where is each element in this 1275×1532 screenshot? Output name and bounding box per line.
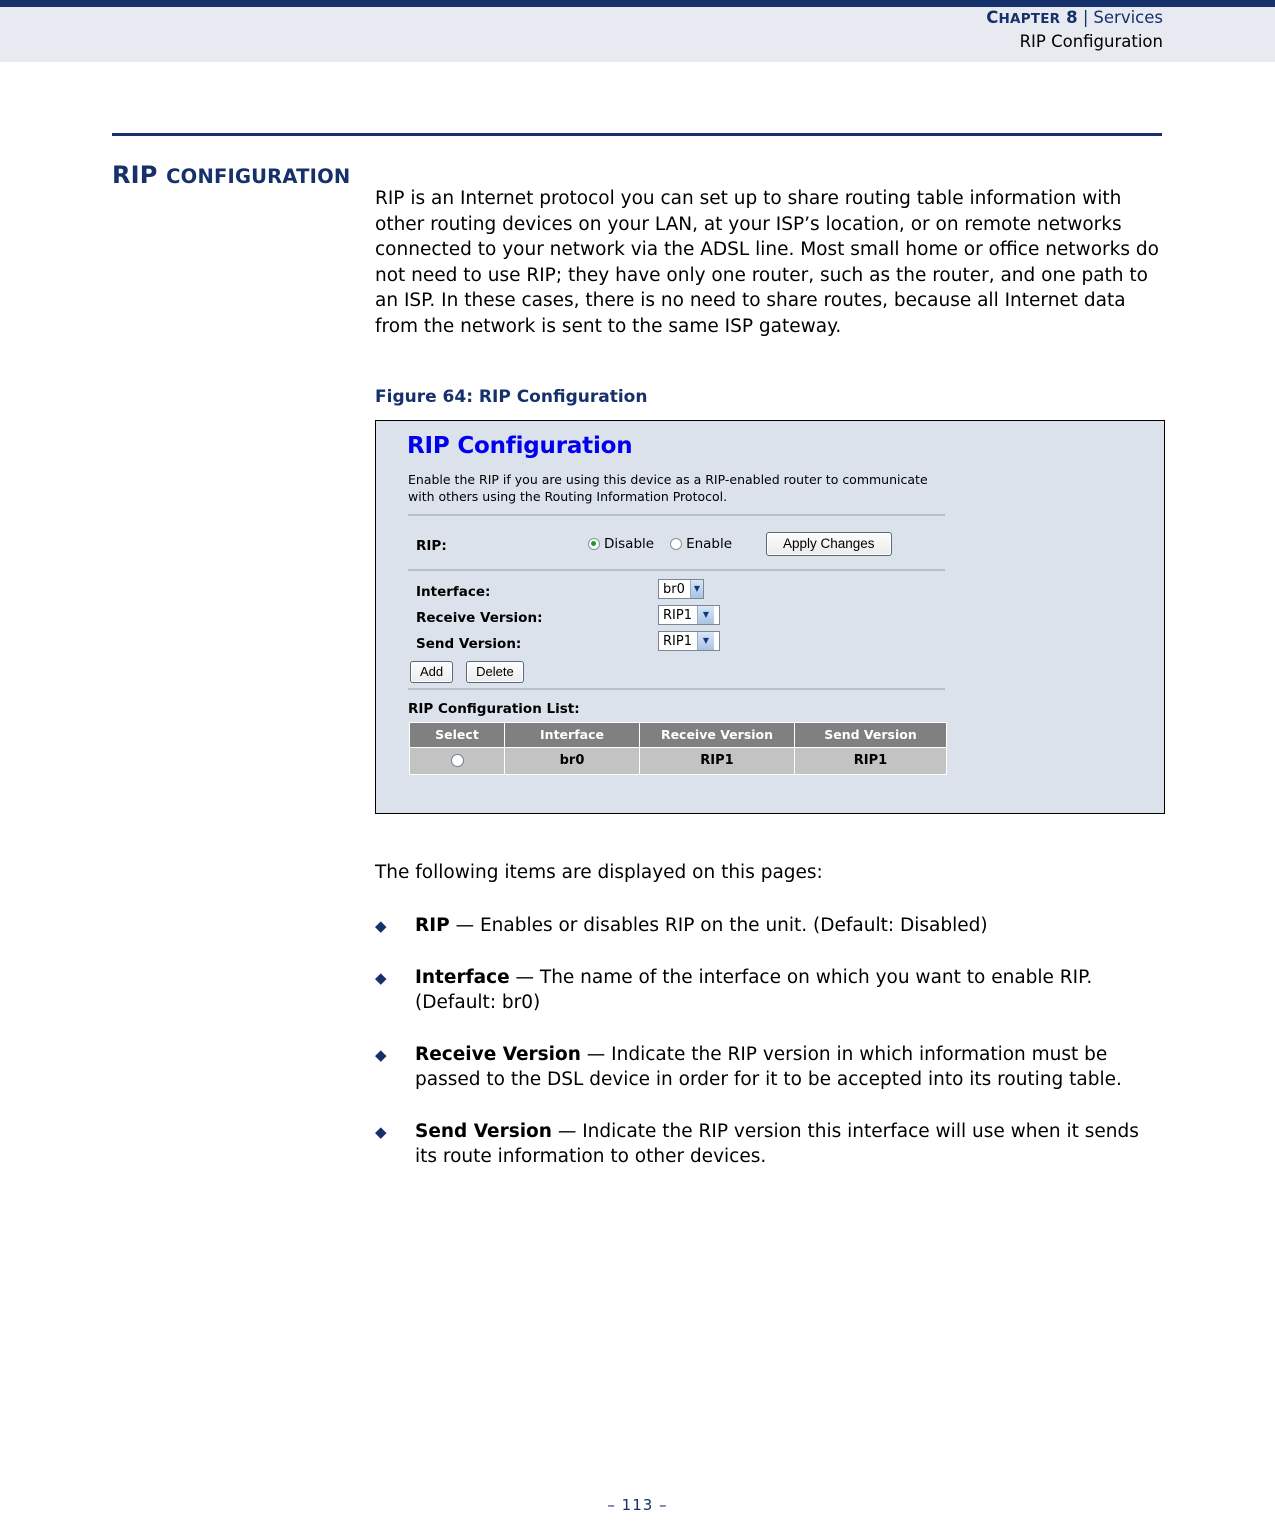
bullet-text: Enables or disables RIP on the unit. (De… bbox=[479, 915, 988, 936]
bullet-term: RIP bbox=[415, 915, 450, 936]
send-version-select-value: RIP1 bbox=[663, 634, 692, 649]
ui-field-receive-version: Receive Version: RIP1 ▼ bbox=[408, 605, 953, 631]
receive-version-select[interactable]: RIP1 ▼ bbox=[658, 605, 720, 625]
ui-divider-bottom bbox=[408, 688, 945, 690]
header-chapter-smallcaps: HAPTER bbox=[998, 11, 1061, 27]
section-heading-rule bbox=[112, 133, 1162, 136]
ui-radio-disable[interactable]: Disable bbox=[588, 536, 654, 552]
page-running-header: CHAPTER 8 | Services RIP Configuration bbox=[0, 0, 1275, 62]
diamond-bullet-icon: ◆ bbox=[375, 1045, 387, 1064]
ui-add-delete-buttons: Add Delete bbox=[410, 661, 524, 683]
figure-caption: Figure 64: RIP Configuration bbox=[375, 387, 648, 407]
header-chapter-line: CHAPTER 8 | Services bbox=[986, 7, 1163, 28]
intro-paragraph: RIP is an Internet protocol you can set … bbox=[375, 188, 1159, 337]
bullet-term: Receive Version bbox=[415, 1043, 581, 1065]
list-item: ◆ RIP — Enables or disables RIP on the un… bbox=[375, 913, 1165, 939]
bullet-dash: — bbox=[449, 915, 480, 936]
bullet-dash: — bbox=[509, 966, 540, 988]
table-row: br0 RIP1 RIP1 bbox=[409, 747, 947, 775]
header-subsection-name: RIP Configuration bbox=[1019, 32, 1163, 52]
bullet-term: Send Version bbox=[415, 1120, 552, 1142]
header-chapter-label: CHAPTER 8 bbox=[986, 8, 1078, 27]
ui-interface-label: Interface: bbox=[416, 584, 491, 600]
diamond-bullet-icon: ◆ bbox=[375, 917, 387, 935]
add-button[interactable]: Add bbox=[410, 661, 454, 683]
items-description-block: The following items are displayed on thi… bbox=[375, 860, 1165, 1196]
table-header-row: Select Interface Receive Version Send Ve… bbox=[409, 722, 947, 748]
cell-select[interactable] bbox=[409, 747, 505, 775]
ui-description: Enable the RIP if you are using this dev… bbox=[408, 472, 928, 504]
page-title-smallcaps: CONFIGURATION bbox=[166, 165, 351, 189]
interface-select[interactable]: br0 ▼ bbox=[658, 579, 704, 599]
ui-rip-label: RIP: bbox=[416, 538, 447, 554]
list-item: ◆ Receive Version — Indicate the RIP vers… bbox=[375, 1042, 1165, 1093]
row-select-radio-icon[interactable] bbox=[450, 754, 464, 767]
ui-page-title: RIP Configuration bbox=[407, 433, 633, 459]
ui-divider-top bbox=[408, 514, 945, 516]
ui-list-title: RIP Configuration List: bbox=[408, 701, 580, 717]
column-header-receive-version: Receive Version bbox=[639, 722, 795, 748]
ui-send-version-label: Send Version: bbox=[416, 636, 522, 652]
cell-interface: br0 bbox=[504, 747, 640, 775]
ui-radio-disable-label: Disable bbox=[604, 536, 655, 552]
bullet-term: Interface bbox=[415, 966, 510, 988]
intro-text-block: RIP is an Internet protocol you can set … bbox=[375, 186, 1165, 340]
interface-select-value: br0 bbox=[663, 582, 685, 597]
ui-field-send-version: Send Version: RIP1 ▼ bbox=[408, 631, 953, 657]
send-version-select[interactable]: RIP1 ▼ bbox=[658, 631, 720, 651]
cell-send-version: RIP1 bbox=[794, 747, 947, 775]
ui-rip-row: RIP: Disable Enable Apply Changes bbox=[408, 531, 953, 561]
diamond-bullet-icon: ◆ bbox=[375, 1122, 387, 1141]
bullet-dash: — bbox=[580, 1043, 612, 1065]
receive-version-select-value: RIP1 bbox=[663, 608, 692, 623]
list-item: ◆ Interface — The name of the interface o… bbox=[375, 965, 1165, 1016]
header-section-name: Services bbox=[1093, 8, 1163, 27]
apply-changes-button[interactable]: Apply Changes bbox=[766, 532, 892, 556]
chevron-down-icon[interactable]: ▼ bbox=[689, 580, 703, 598]
router-web-ui: RIP Configuration Enable the RIP if you … bbox=[376, 421, 1164, 813]
radio-disable-icon[interactable] bbox=[588, 538, 600, 550]
list-item: ◆ Send Version — Indicate the RIP version… bbox=[375, 1119, 1165, 1170]
ui-field-list: Interface: br0 ▼ Receive Version: RIP1 ▼… bbox=[408, 579, 953, 657]
figure-screenshot: RIP Configuration Enable the RIP if you … bbox=[375, 420, 1165, 814]
radio-enable-icon[interactable] bbox=[670, 538, 683, 550]
header-separator: | bbox=[1082, 8, 1089, 27]
header-top-rule bbox=[0, 0, 1275, 7]
ui-field-interface: Interface: br0 ▼ bbox=[408, 579, 953, 605]
ui-rip-radio-group: Disable Enable bbox=[588, 536, 732, 552]
page-number: – 113 – bbox=[607, 1496, 668, 1514]
chevron-down-icon[interactable]: ▼ bbox=[696, 606, 714, 624]
page-title: RIP CONFIGURATION bbox=[112, 161, 351, 190]
ui-radio-enable[interactable]: Enable bbox=[670, 536, 732, 552]
column-header-interface: Interface bbox=[504, 722, 640, 748]
rip-configuration-table: Select Interface Receive Version Send Ve… bbox=[409, 722, 947, 775]
ui-radio-enable-label: Enable bbox=[686, 536, 733, 552]
cell-receive-version: RIP1 bbox=[639, 747, 795, 775]
column-header-send-version: Send Version bbox=[794, 722, 947, 748]
diamond-bullet-icon: ◆ bbox=[375, 968, 387, 987]
ui-receive-version-label: Receive Version: bbox=[416, 610, 543, 626]
page-footer: – 113 – bbox=[0, 1496, 1275, 1514]
chevron-down-icon[interactable]: ▼ bbox=[696, 632, 714, 650]
ui-divider-middle bbox=[408, 569, 945, 571]
lead-paragraph: The following items are displayed on thi… bbox=[375, 862, 823, 883]
column-header-select: Select bbox=[409, 722, 505, 748]
header-text-block: CHAPTER 8 | Services RIP Configuration bbox=[986, 7, 1163, 52]
delete-button[interactable]: Delete bbox=[466, 661, 524, 683]
bullet-dash: — bbox=[551, 1120, 583, 1142]
